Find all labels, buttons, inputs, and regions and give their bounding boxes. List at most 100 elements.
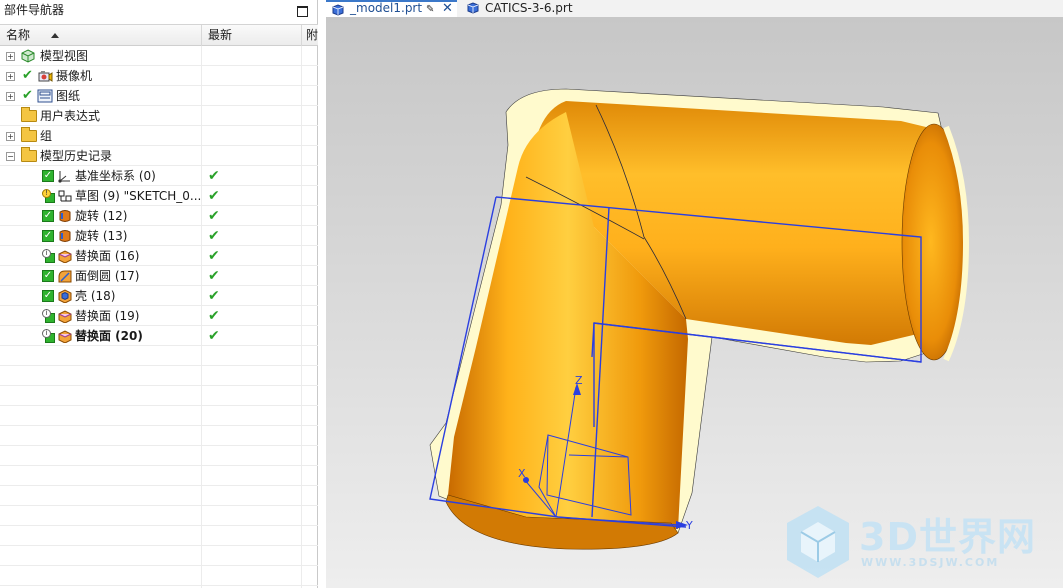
tree-node-label: 用户表达式: [40, 109, 101, 123]
tree-node-model-views[interactable]: + 模型视图: [0, 46, 318, 66]
expand-plus-icon[interactable]: +: [6, 72, 15, 81]
sketch-icon: [58, 190, 72, 202]
axis-x-label: X: [518, 467, 526, 480]
watermark-url: WWW.3DSJW.COM: [861, 556, 1000, 569]
column-header-name[interactable]: 名称: [0, 25, 202, 46]
face-blend-icon: [58, 270, 72, 283]
column-extra-label: 附: [306, 28, 318, 42]
feature-label: 替换面 (20): [75, 329, 143, 343]
feature-checkbox[interactable]: i: [42, 329, 55, 343]
feature-checkbox[interactable]: ✓: [42, 230, 54, 242]
navigator-column-header: 名称 最新 附: [0, 24, 318, 46]
latest-check-icon: ✔: [208, 168, 220, 184]
tree-node-model-history[interactable]: − 模型历史记录: [0, 146, 318, 166]
latest-check-icon: ✔: [208, 308, 220, 324]
column-header-extra[interactable]: 附: [302, 25, 318, 46]
datum-csys-icon: [58, 171, 70, 183]
part-file-icon: [467, 2, 479, 14]
feature-label: 旋转 (12): [75, 209, 128, 223]
column-name-label: 名称: [6, 28, 31, 42]
feature-row-replace-face-20[interactable]: i 替换面 (20) ✔: [0, 326, 318, 346]
latest-check-icon: ✔: [208, 208, 220, 224]
watermark-cube-icon: [787, 506, 849, 578]
feature-row-revolve-13[interactable]: ✓ 旋转 (13) ✔: [0, 226, 318, 246]
feature-checkbox[interactable]: !: [42, 189, 55, 203]
feature-row-face-blend[interactable]: ✓ 面倒圆 (17) ✔: [0, 266, 318, 286]
tab-label: CATICS-3-6.prt: [485, 1, 573, 15]
empty-row: [0, 566, 318, 586]
visibility-check-icon[interactable]: ✔: [22, 88, 33, 104]
empty-row: [0, 486, 318, 506]
feature-label: 壳 (18): [75, 289, 116, 303]
tree-node-label: 图纸: [56, 89, 81, 103]
tree-node-drawings[interactable]: + ✔ 图纸: [0, 86, 318, 106]
shell-icon: [58, 289, 72, 303]
tree-node-label: 摄像机: [56, 69, 93, 83]
folder-icon: [21, 107, 37, 122]
feature-checkbox[interactable]: i: [42, 249, 55, 263]
latest-check-icon: ✔: [208, 268, 220, 284]
empty-row: [0, 546, 318, 566]
tree-node-cameras[interactable]: + ✔ 摄像机: [0, 66, 318, 86]
feature-label: 草图 (9) "SKETCH_0...: [75, 189, 202, 203]
navigator-title-bar: 部件导航器: [0, 0, 317, 22]
latest-check-icon: ✔: [208, 188, 220, 204]
navigator-title: 部件导航器: [4, 3, 65, 17]
latest-check-icon: ✔: [208, 248, 220, 264]
document-tab-bar: _model1.prt ✎ ✕ CATICS-3-6.prt: [326, 0, 1063, 17]
feature-row-datum-csys[interactable]: ✓ 基准坐标系 (0) ✔: [0, 166, 318, 186]
revolve-icon: [59, 210, 71, 222]
watermark: 3D世界网 WWW.3DSJW.COM: [781, 502, 1061, 588]
feature-checkbox[interactable]: ✓: [42, 170, 54, 182]
visibility-check-icon[interactable]: ✔: [22, 68, 33, 84]
expand-plus-icon[interactable]: +: [6, 92, 15, 101]
edit-icon[interactable]: ✎: [426, 3, 434, 16]
tree-node-label: 组: [40, 129, 53, 143]
tab-catics[interactable]: CATICS-3-6.prt: [461, 0, 611, 17]
empty-row: [0, 346, 318, 366]
empty-row: [0, 386, 318, 406]
revolve-icon: [59, 230, 71, 242]
empty-row: [0, 526, 318, 546]
feature-checkbox[interactable]: ✓: [42, 290, 54, 302]
tree-node-groups[interactable]: + 组: [0, 126, 318, 146]
empty-row: [0, 366, 318, 386]
feature-row-replace-face-16[interactable]: i 替换面 (16) ✔: [0, 246, 318, 266]
part-file-icon: [332, 4, 344, 16]
tree-node-label: 模型视图: [40, 49, 89, 63]
camera-icon: [38, 71, 53, 82]
replace-face-icon: [58, 330, 72, 343]
folder-open-icon: [21, 147, 37, 162]
expand-plus-icon[interactable]: +: [6, 132, 15, 141]
close-icon[interactable]: ✕: [442, 2, 453, 15]
tree-node-user-expressions[interactable]: 用户表达式: [0, 106, 318, 126]
latest-check-icon: ✔: [208, 328, 220, 344]
feature-label: 面倒圆 (17): [75, 269, 140, 283]
navigator-tree: + 模型视图 + ✔ 摄像机 + ✔ 图纸 用户表达式 + 组 − 模型历史记录…: [0, 46, 318, 588]
column-latest-label: 最新: [208, 28, 233, 42]
maximize-icon[interactable]: [297, 6, 308, 17]
folder-icon: [21, 127, 37, 142]
part-navigator-panel: 部件导航器 名称 最新 附 + 模型视图 + ✔ 摄像机 + ✔ 图纸 用户表达…: [0, 0, 318, 588]
feature-checkbox[interactable]: ✓: [42, 270, 54, 282]
expand-plus-icon[interactable]: +: [6, 52, 15, 61]
column-header-latest[interactable]: 最新: [202, 25, 302, 46]
feature-row-shell[interactable]: ✓ 壳 (18) ✔: [0, 286, 318, 306]
feature-checkbox[interactable]: i: [42, 309, 55, 323]
sort-ascending-icon: [51, 33, 59, 38]
tree-node-label: 模型历史记录: [40, 149, 113, 163]
feature-label: 替换面 (19): [75, 309, 140, 323]
graphics-viewport[interactable]: Z Y X 3D世界网 WWW.3DSJW.COM: [326, 17, 1063, 588]
model-views-icon: [21, 49, 35, 63]
collapse-minus-icon[interactable]: −: [6, 152, 15, 161]
feature-row-replace-face-19[interactable]: i 替换面 (19) ✔: [0, 306, 318, 326]
feature-row-revolve-12[interactable]: ✓ 旋转 (12) ✔: [0, 206, 318, 226]
empty-row: [0, 446, 318, 466]
empty-row: [0, 426, 318, 446]
application-window: 部件导航器 名称 最新 附 + 模型视图 + ✔ 摄像机 + ✔ 图纸 用户表达…: [0, 0, 1063, 588]
watermark-text: 3D世界网: [859, 515, 1036, 559]
feature-row-sketch[interactable]: ! 草图 (9) "SKETCH_0... ✔: [0, 186, 318, 206]
tab-model1[interactable]: _model1.prt ✎ ✕: [326, 0, 457, 17]
feature-checkbox[interactable]: ✓: [42, 210, 54, 222]
latest-check-icon: ✔: [208, 228, 220, 244]
